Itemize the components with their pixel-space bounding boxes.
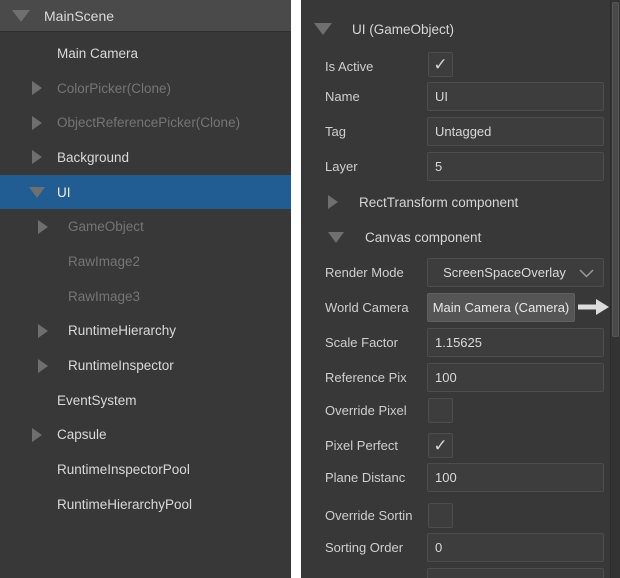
collapse-arrow-icon[interactable] [28,115,45,130]
world-camera-label: World Camera [325,300,409,315]
reference-pixels-label: Reference Pix [325,370,407,385]
scale-factor-input[interactable] [427,328,604,357]
item-label: ObjectReferencePicker(Clone) [57,115,241,131]
item-label: ColorPicker(Clone) [57,80,172,96]
inspector-scrollbar-thumb[interactable] [612,2,619,337]
item-label: UI [57,184,71,200]
hierarchy-item-capsule[interactable]: Capsule [0,418,291,453]
item-label: RawImage3 [68,288,141,304]
hierarchy-item-objectreferencepicker-clone[interactable]: ObjectReferencePicker(Clone) [0,105,291,140]
collapse-arrow-icon[interactable] [28,81,45,96]
checkmark-icon: ✓ [433,436,448,455]
pixel-perfect-checkbox[interactable]: ✓ [428,433,453,458]
hierarchy-item-rawimage2[interactable]: RawImage2 [0,244,291,279]
object-reference-value: Main Camera (Camera) [432,300,570,315]
plane-distance-label: Plane Distanc [325,470,406,485]
hierarchy-item-ui-selected[interactable]: UI [0,174,291,210]
hierarchy-item-gameobject[interactable]: GameObject [0,209,291,244]
component-title: RectTransform component [359,194,519,210]
goto-reference-arrow-icon[interactable] [578,299,609,315]
hierarchy-root-mainscene[interactable]: MainScene [0,0,291,32]
tag-input[interactable] [427,117,604,146]
override-pixel-checkbox[interactable] [428,398,453,423]
hierarchy-item-runtimehierarchypool[interactable]: RuntimeHierarchyPool [0,487,291,522]
expand-arrow-icon[interactable] [28,186,45,198]
component-title: Canvas component [365,229,482,245]
clipped-next-field[interactable] [427,568,604,578]
hierarchy-item-eventsystem[interactable]: EventSystem [0,383,291,418]
is-active-label: Is Active [325,59,374,74]
layer-label: Layer [325,159,358,174]
hierarchy-item-background[interactable]: Background [0,140,291,175]
item-label: Background [57,149,130,165]
dropdown-value: ScreenSpaceOverlay [443,265,566,280]
canvas-component-header[interactable]: Canvas component [301,224,481,250]
name-label: Name [325,89,360,104]
recttransform-component-header[interactable]: RectTransform component [301,189,518,215]
layer-input[interactable] [427,152,604,181]
scene-name: MainScene [44,7,115,24]
item-label: RuntimeHierarchyPool [57,496,193,512]
world-camera-object-field[interactable]: Main Camera (Camera) [427,293,575,322]
collapse-arrow-icon[interactable] [34,358,51,373]
chevron-down-icon [579,269,594,278]
hierarchy-item-runtimehierarchy[interactable]: RuntimeHierarchy [0,314,291,349]
hierarchy-item-runtimeinspector[interactable]: RuntimeInspector [0,348,291,383]
hierarchy-item-main-camera[interactable]: Main Camera [0,36,291,71]
item-label: Capsule [57,427,107,443]
item-label: Main Camera [57,45,139,61]
override-sorting-checkbox[interactable] [428,503,453,528]
item-label: RuntimeInspectorPool [57,462,190,478]
hierarchy-panel: MainScene Main Camera ColorPicker(Clone)… [0,0,291,578]
inspector-panel: UI (GameObject) Is Active ✓ Name Tag Lay… [301,0,620,578]
item-label: RawImage2 [68,253,141,269]
render-mode-label: Render Mode [325,265,404,280]
checkmark-icon: ✓ [433,55,448,74]
collapse-arrow-icon[interactable] [28,427,45,442]
expand-arrow-icon[interactable] [12,9,30,22]
expand-arrow-icon[interactable] [314,23,332,35]
hierarchy-tree: Main Camera ColorPicker(Clone) ObjectRef… [0,32,291,522]
item-label: RuntimeHierarchy [68,323,177,339]
expand-arrow-icon[interactable] [328,231,344,243]
plane-distance-input[interactable] [427,463,604,492]
tag-label: Tag [325,124,346,139]
inspector-title: UI (GameObject) [352,21,455,37]
collapse-arrow-icon[interactable] [34,323,51,338]
item-label: GameObject [68,219,144,235]
item-label: RuntimeInspector [68,358,174,374]
hierarchy-item-rawimage3[interactable]: RawImage3 [0,279,291,314]
inspector-header[interactable]: UI (GameObject) [301,16,454,42]
sorting-order-label: Sorting Order [325,540,404,555]
hierarchy-item-runtimeinspectorpool[interactable]: RuntimeInspectorPool [0,452,291,487]
pixel-perfect-label: Pixel Perfect [325,438,398,453]
sorting-order-input[interactable] [427,533,604,562]
collapse-arrow-icon[interactable] [28,150,45,165]
is-active-checkbox[interactable]: ✓ [428,52,453,77]
collapse-arrow-icon[interactable] [34,219,51,234]
scale-factor-label: Scale Factor [325,335,398,350]
hierarchy-item-colorpicker-clone[interactable]: ColorPicker(Clone) [0,71,291,106]
name-input[interactable] [427,82,604,111]
override-sorting-label: Override Sortin [325,508,413,523]
collapse-arrow-icon[interactable] [328,195,338,209]
render-mode-dropdown[interactable]: ScreenSpaceOverlay [427,258,604,287]
override-pixel-label: Override Pixel [325,403,407,418]
reference-pixels-input[interactable] [427,363,604,392]
inspector-scrollbar-track[interactable] [610,0,620,578]
item-label: EventSystem [57,392,137,408]
